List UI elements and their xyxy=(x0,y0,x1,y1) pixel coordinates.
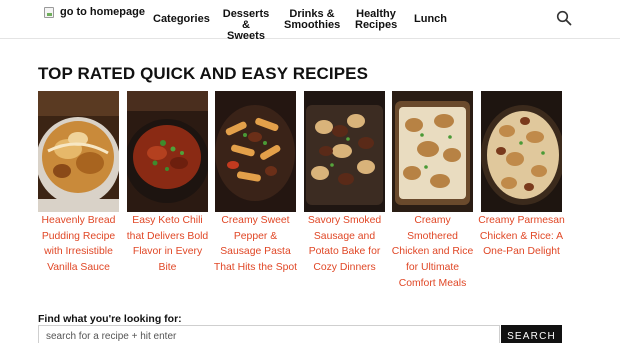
recipe-image xyxy=(38,91,119,212)
recipe-card[interactable]: Savory Smoked Sausage and Potato Bake fo… xyxy=(304,91,385,273)
search-icon[interactable] xyxy=(556,10,572,26)
recipe-title[interactable]: Heavenly Bread Pudding Recipe with Irres… xyxy=(35,213,122,276)
logo-alt-text: go to homepage xyxy=(60,6,145,18)
recipe-title[interactable]: Creamy Sweet Pepper & Sausage Pasta That… xyxy=(212,213,299,276)
nav-categories[interactable]: Categories xyxy=(153,14,210,25)
nav-healthy-recipes[interactable]: Healthy Recipes xyxy=(355,9,397,31)
recipe-title[interactable]: Creamy Smothered Chicken and Rice for Ul… xyxy=(389,213,476,292)
site-header: go to homepage Categories Desserts & Swe… xyxy=(0,0,620,42)
search-label: Find what you're looking for: xyxy=(38,313,182,325)
nav-drinks-smoothies[interactable]: Drinks & Smoothies xyxy=(284,9,340,31)
recipe-card[interactable]: Creamy Sweet Pepper & Sausage Pasta That… xyxy=(214,91,297,273)
nav-desserts-sweets[interactable]: Desserts & Sweets xyxy=(222,9,270,42)
recipe-card[interactable]: Easy Keto Chili that Delivers Bold Flavo… xyxy=(127,91,208,273)
recipe-title[interactable]: Easy Keto Chili that Delivers Bold Flavo… xyxy=(124,213,211,276)
recipe-image xyxy=(392,91,473,212)
recipe-image xyxy=(127,91,208,212)
recipe-card[interactable]: Creamy Smothered Chicken and Rice for Ul… xyxy=(392,91,473,289)
recipe-image xyxy=(215,91,296,212)
section-title: TOP RATED QUICK AND EASY RECIPES xyxy=(38,64,369,83)
broken-image-icon xyxy=(44,6,54,18)
recipe-image xyxy=(304,91,385,212)
recipe-image xyxy=(481,91,562,212)
recipe-title[interactable]: Savory Smoked Sausage and Potato Bake fo… xyxy=(301,213,388,276)
nav-lunch[interactable]: Lunch xyxy=(414,14,447,25)
recipe-title[interactable]: Creamy Parmesan Chicken & Rice: A One-Pa… xyxy=(478,213,565,260)
homepage-logo-link[interactable]: go to homepage xyxy=(44,5,145,19)
search-button[interactable]: SEARCH xyxy=(501,325,562,343)
recipe-card[interactable]: Heavenly Bread Pudding Recipe with Irres… xyxy=(38,91,119,273)
search-input[interactable] xyxy=(38,325,500,343)
recipe-card[interactable]: Creamy Parmesan Chicken & Rice: A One-Pa… xyxy=(478,91,565,257)
